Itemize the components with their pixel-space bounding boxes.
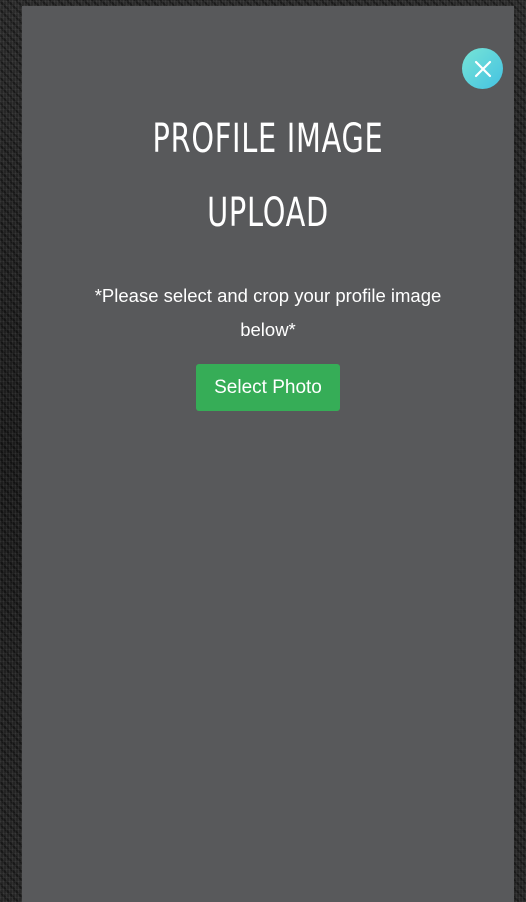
select-photo-button[interactable]: Select Photo (196, 364, 340, 411)
modal-title: PROFILE IMAGE UPLOAD (91, 102, 445, 250)
upload-instructions: *Please select and crop your profile ima… (94, 285, 442, 340)
profile-image-modal: PROFILE IMAGE UPLOAD *Please select and … (22, 6, 514, 902)
modal-title-line-1: PROFILE IMAGE (152, 116, 384, 162)
close-icon (474, 60, 491, 77)
close-button[interactable] (462, 48, 503, 89)
modal-title-line-2: UPLOAD (207, 190, 329, 236)
